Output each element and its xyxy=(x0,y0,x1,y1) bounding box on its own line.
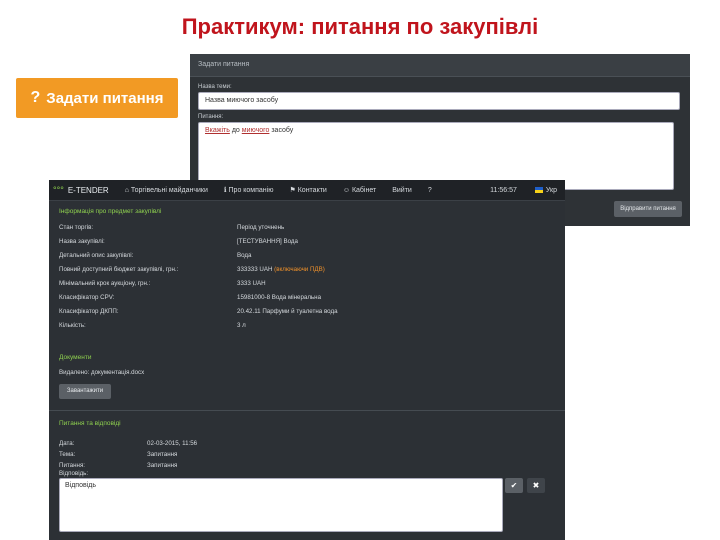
nav-item-cabinet-label: Кабінет xyxy=(351,186,377,194)
info-value: 20.42.11 Парфуми й туалетна вода xyxy=(237,308,338,315)
download-button[interactable]: Завантажити xyxy=(59,384,111,399)
logo-icon: °°° xyxy=(53,185,64,195)
info-key: Мінімальний крок аукціону, грн.: xyxy=(59,280,151,287)
nav-item-marketplaces-label: Торгівельні майданчики xyxy=(130,186,208,194)
nav-item-contacts[interactable]: ⚑ Контакти xyxy=(281,186,334,194)
qa-key: Відповідь: xyxy=(59,470,89,477)
nav-item-about[interactable]: ℹ Про компанію xyxy=(216,186,282,194)
submit-answer-button[interactable]: ✔ xyxy=(505,478,523,493)
documents-section-title: Документи xyxy=(59,354,92,361)
ask-question-label: Задати питання xyxy=(46,89,164,107)
logo[interactable]: °°° E-TENDER xyxy=(49,185,117,195)
spell-word-2: миючого xyxy=(241,127,270,134)
qa-section-title: Питання та відповіді xyxy=(59,420,121,427)
info-value: 3333 UAH xyxy=(237,280,266,287)
send-question-button[interactable]: Відправити питання xyxy=(614,201,682,217)
info-value: [ТЕСТУВАННЯ] Вода xyxy=(237,238,298,245)
vat-note: (включаючи ПДВ) xyxy=(274,266,325,273)
nav-item-about-label: Про компанію xyxy=(228,187,274,194)
tender-app: °°° E-TENDER ⌂ Торгівельні майданчики ℹ … xyxy=(49,180,565,540)
top-nav: °°° E-TENDER ⌂ Торгівельні майданчики ℹ … xyxy=(49,180,565,201)
cancel-answer-button[interactable]: ✖ xyxy=(527,478,545,493)
info-value: 15981000-8 Вода мінеральна xyxy=(237,294,322,301)
qa-key: Питання: xyxy=(59,462,86,469)
uploaded-document: Видалено: документація.docx xyxy=(59,369,145,376)
check-icon: ✔ xyxy=(510,481,518,490)
info-key: Кількість: xyxy=(59,322,86,329)
qa-value: Запитання xyxy=(147,462,178,469)
question-text-part-2: до xyxy=(229,127,242,134)
answer-textarea[interactable]: Відповідь xyxy=(59,478,503,532)
info-key: Класифікатор ДКПП: xyxy=(59,308,119,315)
clock: 11:56:57 xyxy=(490,186,517,194)
question-text-part-4: засобу xyxy=(269,127,294,134)
info-value: 3 л xyxy=(237,322,246,329)
info-key: Повний доступний бюджет закупівлі, грн.: xyxy=(59,266,179,273)
topic-label: Назва теми: xyxy=(198,84,232,90)
logo-text: E-TENDER xyxy=(67,185,109,195)
info-key: Класифікатор CPV: xyxy=(59,294,115,301)
qa-key: Дата: xyxy=(59,440,75,447)
topic-input[interactable]: Назва миючого засобу xyxy=(198,92,680,110)
ask-question-button[interactable]: ? Задати питання xyxy=(16,78,178,118)
spell-word-1: Вкажіть xyxy=(205,127,230,134)
nav-item-cabinet[interactable]: ☺ Кабінет xyxy=(335,187,384,194)
section-divider xyxy=(49,410,565,411)
question-label: Питання: xyxy=(198,114,224,120)
info-key: Стан торгів: xyxy=(59,224,94,231)
info-key: Детальний опис закупівлі: xyxy=(59,252,134,259)
question-icon: ? xyxy=(30,89,41,106)
info-value: 333333 UAH (включаючи ПДВ) xyxy=(237,266,325,273)
language-label: Укр xyxy=(545,186,557,194)
budget-value: 333333 UAH xyxy=(237,266,273,273)
language-selector[interactable]: Укр xyxy=(527,187,565,194)
nav-item-contacts-label: Контакти xyxy=(297,187,327,194)
info-value: Вода xyxy=(237,252,252,259)
nav-item-logout[interactable]: Вийти xyxy=(384,187,420,194)
qa-key: Тема: xyxy=(59,451,76,458)
info-value: Період уточнень xyxy=(237,224,285,231)
info-section-title: Інформація про предмет закупівлі xyxy=(59,208,162,215)
flag-icon xyxy=(534,186,543,193)
qa-value: 02-03-2015, 11:56 xyxy=(147,440,198,447)
nav-item-help[interactable]: ? xyxy=(420,187,440,194)
close-icon: ✖ xyxy=(532,481,540,490)
slide-title: Практикум: питання по закупівлі xyxy=(181,14,539,39)
nav-item-marketplaces[interactable]: ⌂ Торгівельні майданчики xyxy=(117,187,216,194)
dialog-title: Задати питання xyxy=(190,54,690,77)
qa-value: Запитання xyxy=(147,451,178,458)
info-key: Назва закупівлі: xyxy=(59,238,105,245)
